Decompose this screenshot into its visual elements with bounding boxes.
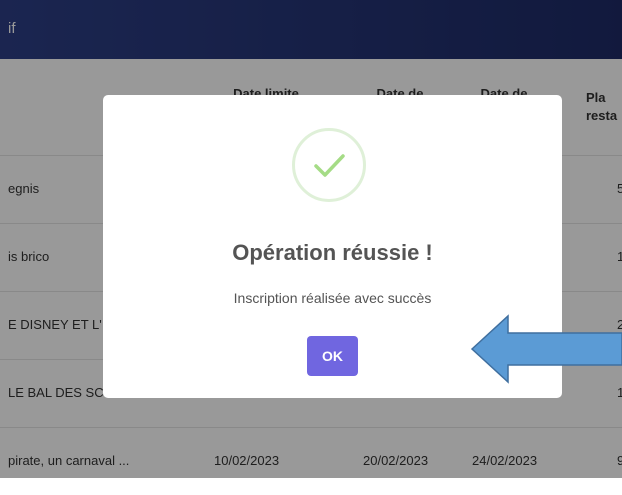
dialog-message: Inscription réalisée avec succès	[233, 290, 432, 306]
success-check-icon	[292, 128, 366, 202]
ok-button[interactable]: OK	[307, 336, 358, 376]
arrow-left-icon	[470, 314, 622, 384]
dialog-title: Opération réussie !	[232, 240, 433, 265]
